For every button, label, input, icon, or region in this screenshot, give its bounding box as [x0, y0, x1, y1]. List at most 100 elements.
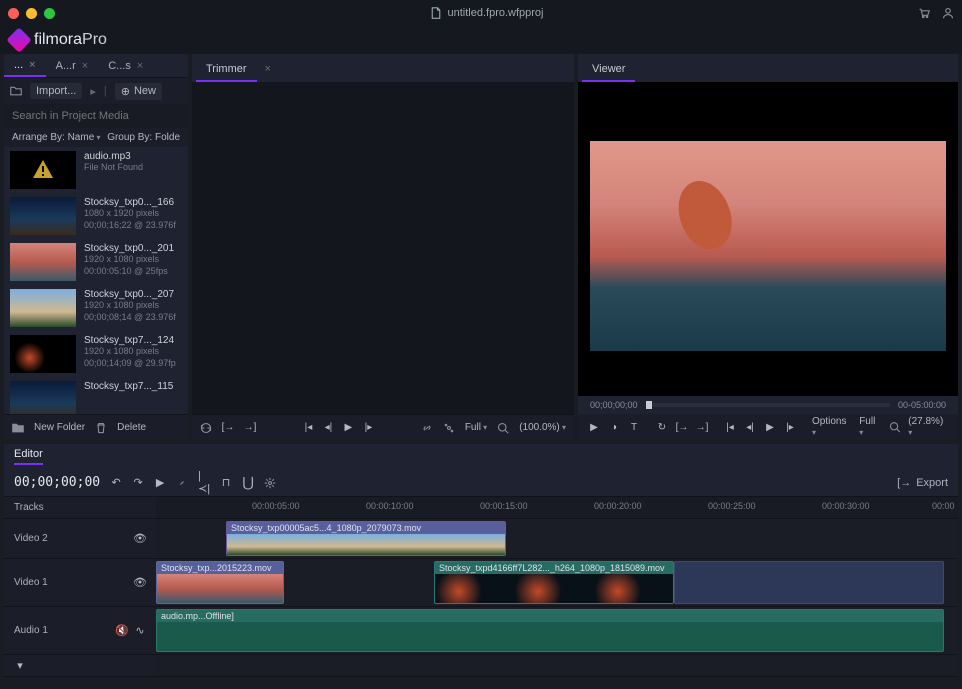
plus-icon: ⊕ [121, 85, 130, 98]
close-icon[interactable]: × [265, 63, 271, 75]
trimmer-view-dropdown[interactable]: Full [465, 422, 487, 433]
text-icon[interactable]: T [628, 421, 640, 433]
prev-frame-icon[interactable]: |◂ [302, 422, 314, 434]
play-icon[interactable]: ▶ [342, 422, 354, 434]
search-input[interactable] [4, 104, 188, 128]
group-by-dropdown[interactable]: Group By: Folde [107, 132, 180, 143]
app-logo: filmoraPro [10, 31, 107, 49]
redo-icon[interactable]: ↷ [132, 477, 144, 489]
waveform-icon[interactable]: ∿ [134, 625, 146, 637]
viewer-panel: Viewer 00;00;00;00 00-05:00:00 ▶ ◑ T ↻ [… [578, 54, 958, 440]
cart-icon[interactable] [918, 7, 930, 19]
media-tab-1[interactable]: ...× [4, 54, 46, 77]
media-item[interactable]: Stocksy_txp7..._115 [4, 377, 188, 414]
logo-mark-icon [6, 27, 31, 52]
editor-title[interactable]: Editor [14, 448, 43, 465]
visibility-icon[interactable]: 👁 [134, 577, 146, 589]
in-point-icon[interactable]: [→ [676, 421, 688, 433]
media-list: audio.mp3File Not Found Stocksy_txp0..._… [4, 147, 188, 414]
trimmer-zoom-value[interactable]: (100.0%) [519, 422, 566, 433]
document-icon [430, 7, 442, 19]
out-point-icon[interactable]: →] [244, 422, 256, 434]
viewer-view-dropdown[interactable]: Full [859, 416, 881, 438]
arrange-by-dropdown[interactable]: Arrange By: Name [12, 132, 101, 143]
goto-start-icon[interactable]: |◂ [724, 421, 736, 433]
track-header-video1[interactable]: Video 1 👁 [4, 559, 156, 607]
step-fwd-icon[interactable]: |▸ [362, 422, 374, 434]
step-back-icon[interactable]: ◂| [744, 421, 756, 433]
visibility-icon[interactable]: 👁 [134, 533, 146, 545]
viewer-zoom-value[interactable]: (27.8%) [908, 416, 948, 438]
magnet-icon[interactable]: ⋃ [242, 477, 254, 489]
clip-thumbnail [10, 197, 76, 235]
play-icon[interactable]: ▶ [588, 421, 600, 433]
delete-button[interactable]: Delete [117, 422, 146, 433]
track-lane-video2[interactable]: Stocksy_txp00005ac5...4_1080p_2079073.mo… [156, 519, 958, 559]
media-item[interactable]: Stocksy_txp0..._2071920 x 1080 pixels00;… [4, 285, 188, 331]
step-fwd-icon[interactable]: |▸ [784, 421, 796, 433]
minimize-window-button[interactable] [26, 8, 37, 19]
zoom-icon[interactable] [497, 422, 509, 434]
timeline-clip[interactable]: Stocksy_txp...2015223.mov [156, 561, 284, 604]
editor-panel: Editor 00;00;00;00 ↶ ↷ ▶ |≺| ⊓ ⋃ [→ Expo… [4, 444, 958, 677]
clip-thumbnail [10, 289, 76, 327]
link-icon[interactable] [176, 477, 188, 489]
brand-bar: filmoraPro [0, 26, 962, 54]
track-lane-video1[interactable]: Stocksy_txp...2015223.mov Stocksy_txpd41… [156, 559, 958, 607]
preview-image [590, 141, 946, 351]
new-button[interactable]: ⊕New [115, 83, 162, 100]
trimmer-title[interactable]: Trimmer [196, 58, 257, 82]
loop-icon[interactable]: ↻ [656, 421, 668, 433]
viewer-title[interactable]: Viewer [582, 58, 635, 82]
import-button[interactable]: Import... [30, 83, 82, 99]
trimmer-panel: Trimmer × [→ →] |◂ ◂| ▶ |▸ Full (100.0%) [192, 54, 574, 440]
undo-icon[interactable]: ↶ [110, 477, 122, 489]
viewer-options-dropdown[interactable]: Options [812, 416, 851, 438]
clip-thumbnail [10, 381, 76, 414]
timeline-clip[interactable]: audio.mp...Offline] [156, 609, 944, 652]
media-item[interactable]: Stocksy_txp0..._2011920 x 1080 pixels00:… [4, 239, 188, 285]
pause-segment-icon[interactable]: ◑ [608, 421, 620, 433]
window-titlebar: untitled.fpro.wfpproj [0, 0, 962, 26]
zoom-window-button[interactable] [44, 8, 55, 19]
play-icon[interactable]: ▶ [764, 421, 776, 433]
chevron-down-icon[interactable]: ▾ [14, 660, 26, 672]
media-item[interactable]: audio.mp3File Not Found [4, 147, 188, 193]
effects-icon[interactable] [443, 422, 455, 434]
step-back-icon[interactable]: ◂| [322, 422, 334, 434]
viewer-scrubber[interactable] [646, 403, 890, 407]
viewer-tc-left: 00;00;00;00 [590, 400, 638, 410]
close-window-button[interactable] [8, 8, 19, 19]
media-item[interactable]: Stocksy_txp0..._1661080 x 1920 pixels00;… [4, 193, 188, 239]
track-lane-audio1[interactable]: audio.mp...Offline] [156, 607, 958, 655]
snap-icon[interactable]: ⊓ [220, 477, 232, 489]
timeline-clip[interactable]: Stocksy_txp00005ac5...4_1080p_2079073.mo… [226, 521, 506, 556]
in-point-icon[interactable]: [→ [222, 422, 234, 434]
timeline-clip[interactable] [674, 561, 944, 604]
user-icon[interactable] [942, 7, 954, 19]
mute-icon[interactable]: 🔇 [116, 625, 128, 637]
close-icon[interactable]: × [29, 59, 35, 71]
media-tab-3[interactable]: C...s× [98, 54, 153, 77]
media-item[interactable]: Stocksy_txp7..._1241920 x 1080 pixels00;… [4, 331, 188, 377]
out-point-icon[interactable]: →] [696, 421, 708, 433]
time-ruler[interactable]: 00:00:05:00 00:00:10:00 00:00:15:00 00:0… [156, 497, 958, 519]
export-button[interactable]: [→ Export [898, 477, 948, 489]
close-icon[interactable]: × [82, 60, 88, 72]
track-header-audio1[interactable]: Audio 1 🔇∿ [4, 607, 156, 655]
link-icon[interactable] [421, 422, 433, 434]
track-lane-empty [156, 655, 958, 677]
media-tab-2[interactable]: A...r× [46, 54, 99, 77]
timeline-clip[interactable]: Stocksy_txpd4166ff7L282..._h264_1080p_18… [434, 561, 674, 604]
preview-area[interactable] [578, 82, 958, 396]
close-icon[interactable]: × [137, 60, 143, 72]
new-folder-button[interactable]: New Folder [34, 422, 85, 433]
settings-icon[interactable] [264, 477, 276, 489]
track-header-video2[interactable]: Video 2 👁 [4, 519, 156, 559]
loop-icon[interactable] [200, 422, 212, 434]
chevron-right-icon[interactable]: ▸ [90, 85, 96, 98]
trash-icon [95, 422, 107, 434]
selection-tool-icon[interactable]: ▶ [154, 477, 166, 489]
slice-tool-icon[interactable]: |≺| [198, 477, 210, 489]
zoom-icon[interactable] [889, 421, 901, 433]
